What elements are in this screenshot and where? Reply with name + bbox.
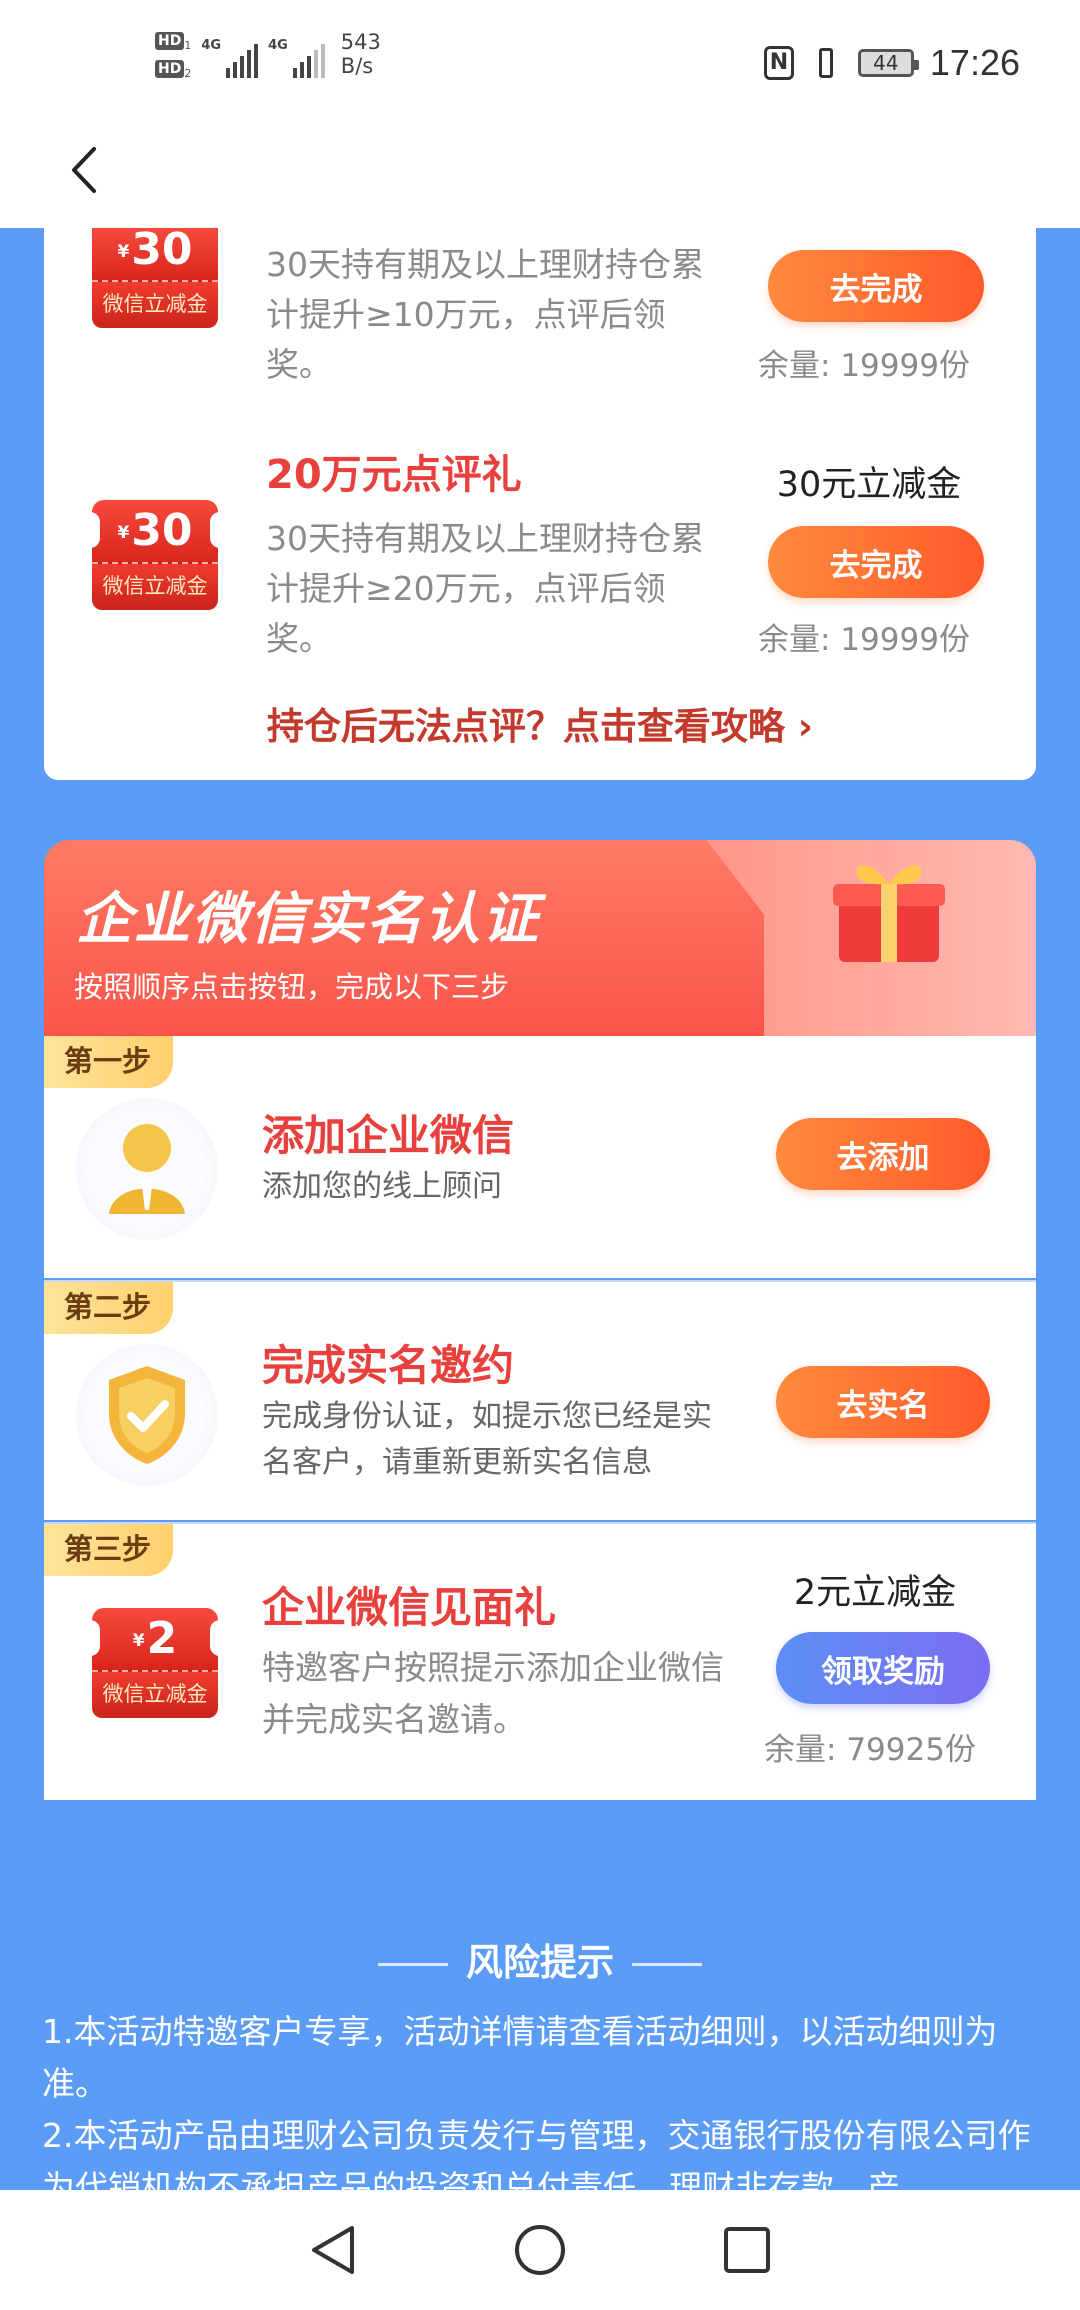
signal-2-label: 4G: [268, 38, 288, 53]
step-3: 第三步 ¥2 微信立减金 企业微信见面礼 特邀客户按照提示添加企业微信并完成实名…: [44, 1522, 1036, 1800]
reward-stock: 余量: 79925份: [764, 1732, 976, 1768]
coupon-amount: 30: [131, 505, 193, 556]
reward-value: 30元立减金: [776, 465, 962, 505]
back-button[interactable]: [60, 140, 110, 200]
network-speed: 543 B/s: [341, 30, 381, 78]
reward-title: 20万元点评礼: [266, 452, 522, 498]
coupon-yen: ¥: [117, 523, 130, 543]
square-recents-icon: [723, 2227, 770, 2273]
vibrate-icon: [810, 46, 842, 80]
step-desc: 特邀客户按照提示添加企业微信并完成实名邀请。: [262, 1648, 724, 1739]
step-title: 企业微信见面礼: [262, 1583, 557, 1632]
coupon-badge: ¥2 微信立减金: [90, 1608, 220, 1718]
advisor-icon: [76, 1098, 218, 1240]
status-left: HD 1 HD 2 4G 4G 543 B/s: [155, 30, 381, 80]
step-desc: 添加您的线上顾问: [262, 1169, 502, 1204]
step-tag: 第一步: [44, 1036, 174, 1088]
verify-header: 企业微信实名认证 按照顺序点击按钮，完成以下三步: [44, 840, 1036, 1036]
guide-link[interactable]: 持仓后无法点评？点击查看攻略 ›: [44, 696, 1036, 750]
verify-card: 企业微信实名认证 按照顺序点击按钮，完成以下三步 第一步 添加企业微信 添加您的…: [44, 840, 1036, 1800]
hd2-sim: 2: [184, 67, 192, 81]
verify-subtitle: 按照顺序点击按钮，完成以下三步: [74, 970, 510, 1004]
battery-icon: 44: [857, 49, 919, 77]
complete-button[interactable]: 去完成: [768, 250, 984, 322]
network-speed-unit: B/s: [340, 54, 374, 78]
clock: 17:26: [929, 42, 1020, 83]
coupon-badge: ¥30 微信立减金: [92, 228, 218, 328]
nav-recents-button[interactable]: [717, 2220, 777, 2280]
step-2: 第二步 完成实名邀约 完成身份认证，如提示您已经是实名客户，请重新更新实名信息 …: [44, 1280, 1036, 1520]
hd1-sim: 1: [184, 39, 192, 53]
step-tag: 第二步: [44, 1282, 174, 1334]
reward-value: 2元立减金: [793, 1573, 957, 1613]
hd-indicators: HD 1 HD 2: [155, 30, 191, 80]
coupon-yen: ¥: [117, 242, 130, 262]
network-speed-value: 543: [340, 30, 381, 54]
triangle-back-icon: [312, 2226, 355, 2274]
hd2-badge: HD: [155, 60, 185, 79]
coupon-label: 微信立减金: [92, 1670, 218, 1718]
risk-title: 风险提示: [0, 1932, 1080, 1986]
claim-reward-button[interactable]: 领取奖励: [776, 1632, 990, 1704]
real-name-button[interactable]: 去实名: [776, 1366, 990, 1438]
signal-2-icon: 4G: [268, 30, 325, 78]
risk-item: 1.本活动特邀客户专享，活动详情请查看活动细则，以活动细则为准。: [42, 2012, 998, 2103]
rewards-card: ¥30 微信立减金 30天持有期及以上理财持仓累计提升≥10万元，点评后领奖。 …: [44, 228, 1036, 780]
step-desc: 完成身份认证，如提示您已经是实名客户，请重新更新实名信息: [262, 1399, 712, 1480]
reward-desc: 30天持有期及以上理财持仓累计提升≥20万元，点评后领奖。: [266, 519, 704, 658]
coupon-yen: ¥: [132, 1631, 145, 1651]
status-right: N 44 17:26: [763, 42, 1020, 84]
step-title: 添加企业微信: [262, 1111, 515, 1160]
coupon-amount: 30: [131, 224, 193, 275]
signal-1-label: 4G: [201, 38, 222, 53]
shield-check-icon: [76, 1344, 218, 1486]
coupon-label: 微信立减金: [92, 280, 218, 328]
reward-desc: 30天持有期及以上理财持仓累计提升≥10万元，点评后领奖。: [266, 245, 704, 384]
status-bar: HD 1 HD 2 4G 4G 543 B/s N 44 17:26: [0, 0, 1080, 110]
step-title: 完成实名邀约: [262, 1341, 515, 1390]
signal-1-icon: 4G: [201, 30, 259, 78]
nav-back-button[interactable]: [303, 2220, 363, 2280]
step-tag: 第三步: [44, 1524, 174, 1576]
add-wechat-button[interactable]: 去添加: [776, 1118, 990, 1190]
system-nav-bar: [0, 2190, 1080, 2310]
coupon-amount: 2: [146, 1613, 178, 1664]
complete-button[interactable]: 去完成: [768, 526, 984, 598]
coupon-badge: ¥30 微信立减金: [90, 500, 220, 610]
chevron-left-icon: [72, 147, 96, 193]
nav-home-button[interactable]: [510, 2220, 570, 2280]
risk-item: 2.本活动产品由理财公司负责发行与管理，交通银行股份有限公司作为代销机构不承担产…: [42, 2116, 1031, 2190]
gift-box-icon: [833, 865, 945, 962]
coupon-label: 微信立减金: [92, 562, 218, 610]
step-1: 第一步 添加企业微信 添加您的线上顾问 去添加: [44, 1036, 1036, 1278]
verify-title: 企业微信实名认证: [76, 887, 540, 952]
hd1-badge: HD: [155, 32, 185, 50]
reward-stock: 余量: 19999份: [758, 348, 970, 384]
circle-home-icon: [514, 2225, 565, 2275]
top-bar: [0, 110, 1080, 228]
reward-stock: 余量: 19999份: [758, 622, 970, 658]
nfc-icon: N: [763, 46, 794, 80]
